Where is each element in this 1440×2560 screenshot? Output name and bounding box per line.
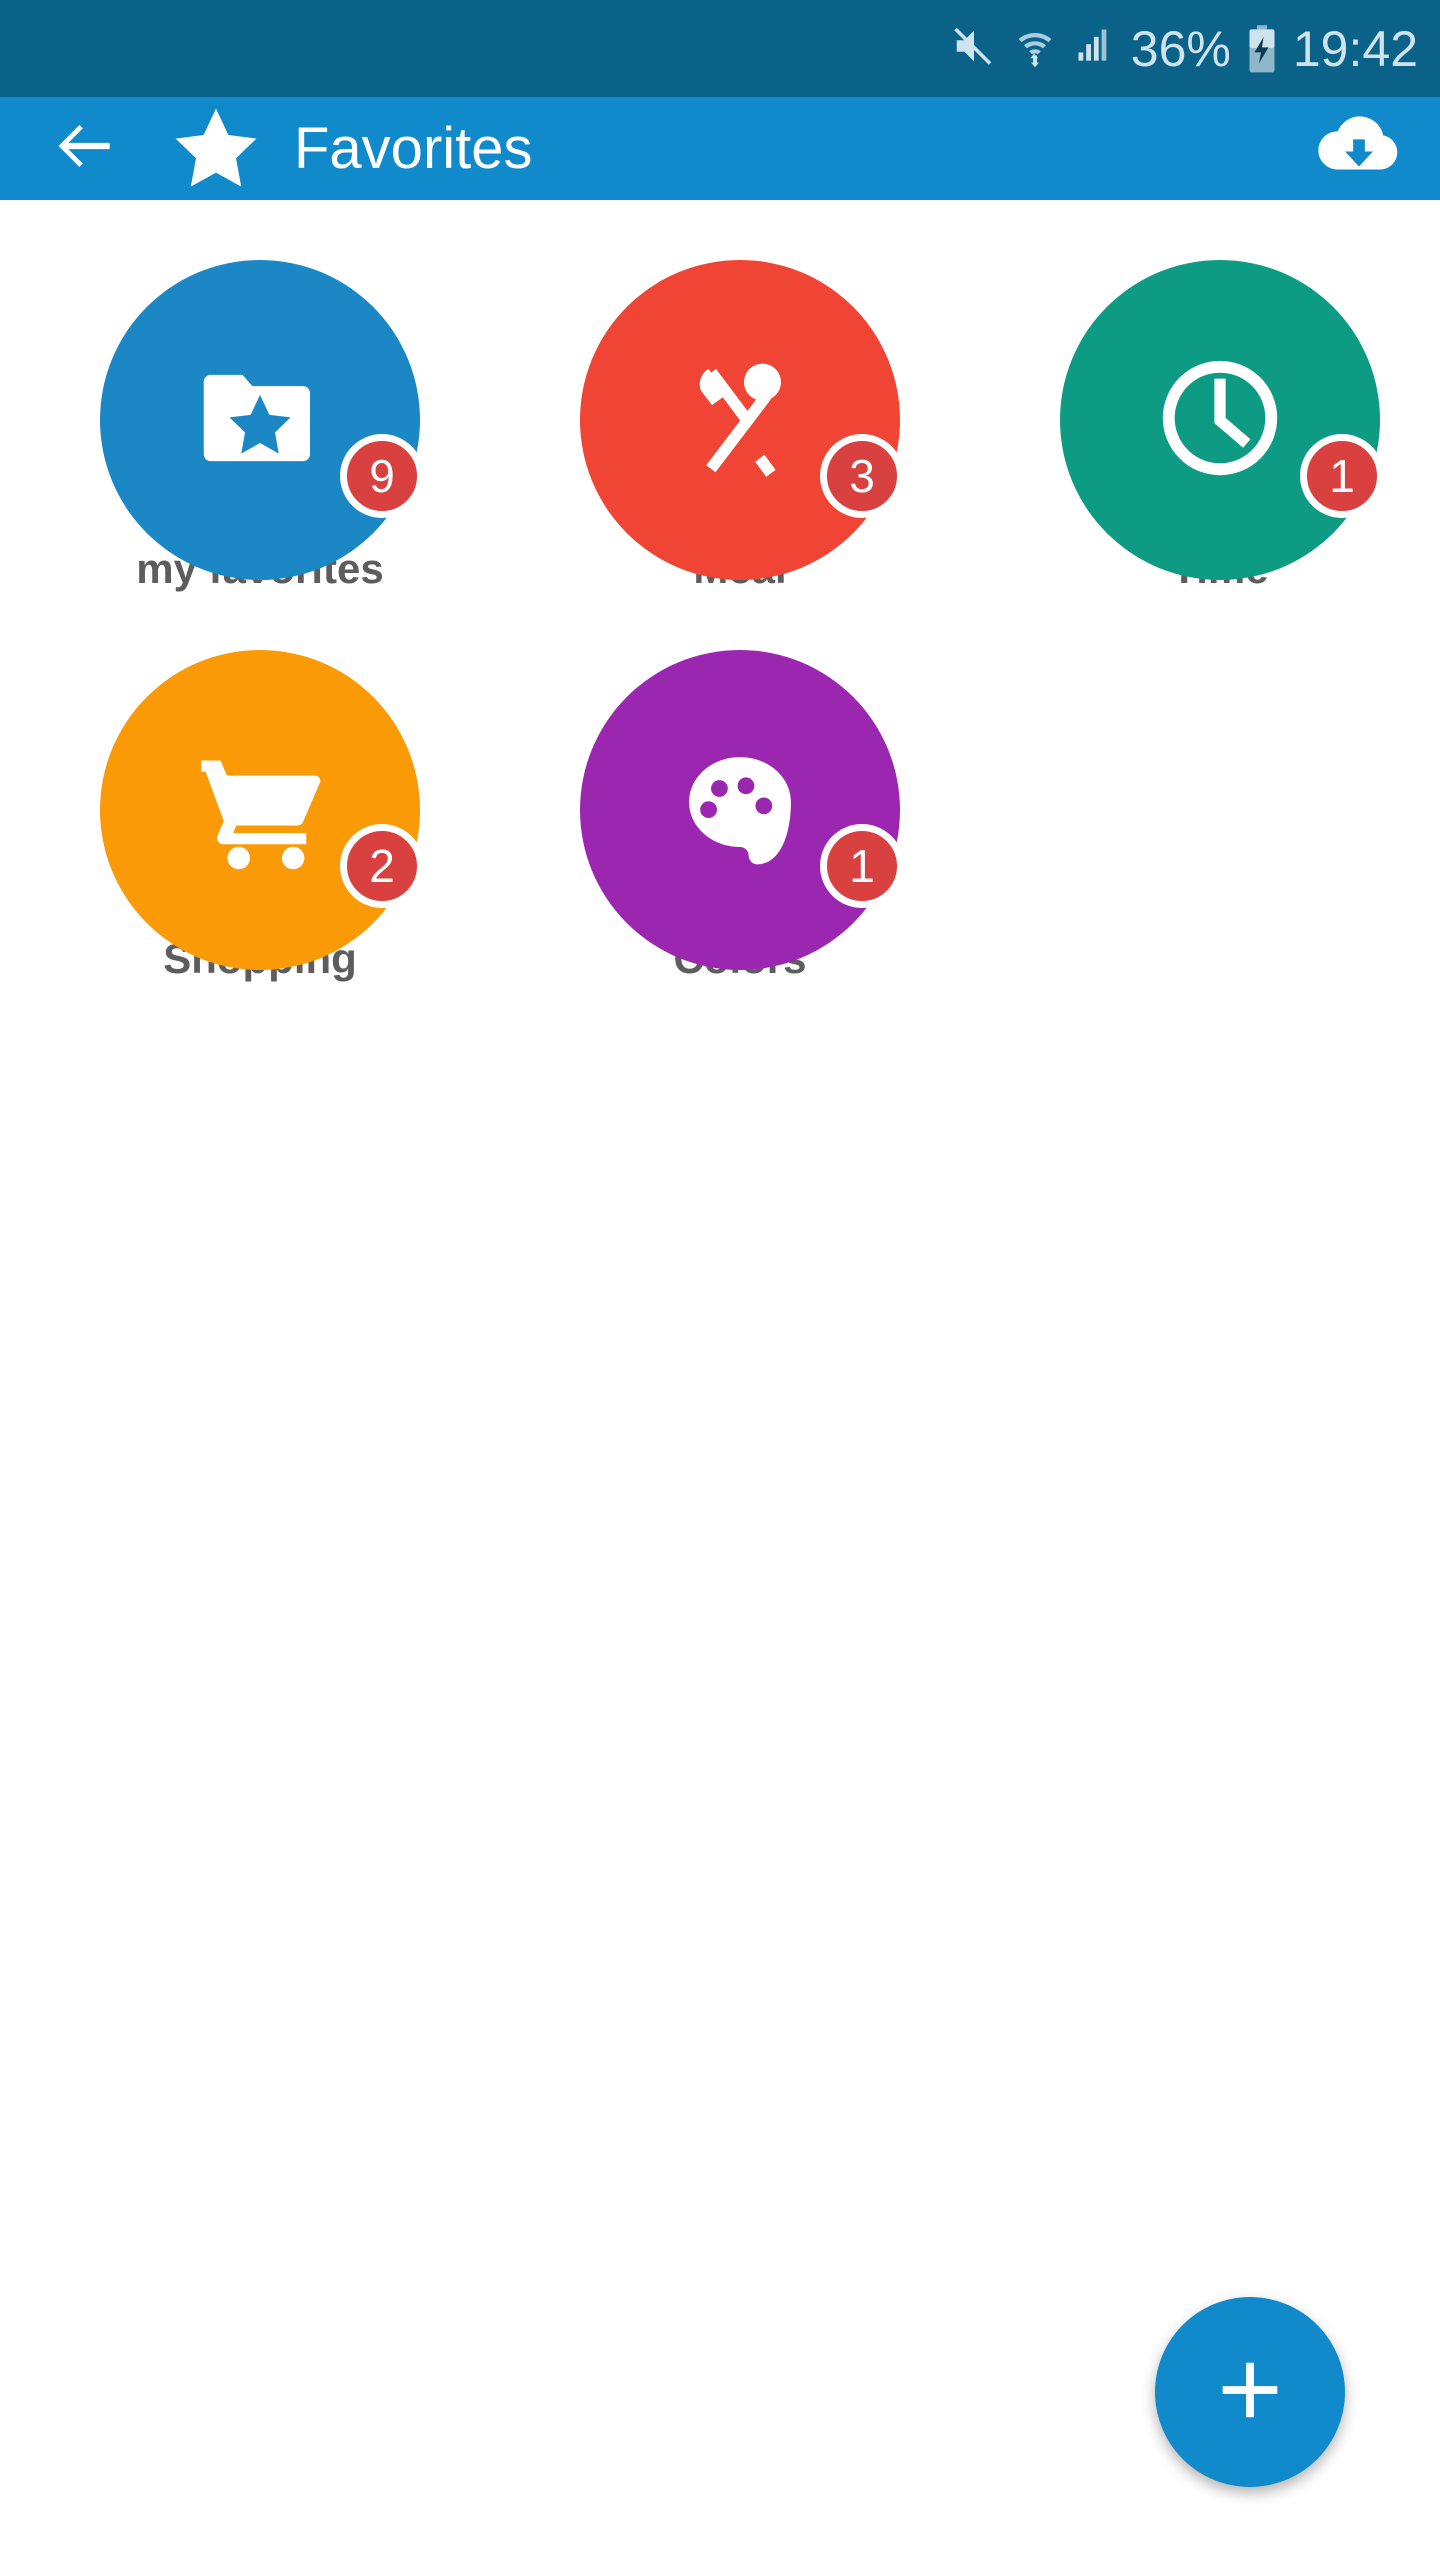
circle-wrap: 3 [580, 260, 904, 580]
clock-icon [1145, 343, 1295, 498]
folder-star-icon [185, 343, 335, 498]
content-area: 9 my favorites [0, 200, 1440, 2560]
category-circle [580, 260, 900, 580]
category-circle [1060, 260, 1380, 580]
plus-icon [1211, 2351, 1289, 2434]
back-arrow-icon [48, 109, 122, 188]
circle-wrap: 9 [100, 260, 424, 580]
status-bar-clock: 19:42 [1292, 20, 1418, 77]
grid-item-my-favorites[interactable]: 9 my favorites [40, 260, 480, 590]
badge-count: 9 [340, 434, 424, 518]
badge-count: 3 [820, 434, 904, 518]
grid-item-shopping[interactable]: 2 Shopping [40, 650, 480, 980]
favorites-grid: 9 my favorites [0, 260, 1440, 980]
grid-item-meal[interactable]: 3 Meal [520, 260, 960, 590]
badge-count: 2 [340, 824, 424, 908]
volume-mute-icon [951, 23, 997, 74]
add-favorite-fab[interactable] [1155, 2297, 1345, 2487]
badge-count: 1 [1300, 434, 1384, 518]
page-title: Favorites [294, 115, 533, 181]
circle-wrap: 1 [1060, 260, 1384, 580]
cellular-signal-icon [1073, 24, 1117, 73]
circle-wrap: 1 [580, 650, 904, 970]
wifi-transfer-icon [1011, 22, 1059, 75]
status-bar: 36% 19:42 [0, 0, 1440, 97]
download-button[interactable] [1314, 104, 1404, 194]
category-circle [100, 260, 420, 580]
app-bar: Favorites [0, 97, 1440, 200]
circle-wrap: 2 [100, 650, 424, 970]
status-bar-icons: 36% 19:42 [951, 22, 1418, 75]
back-button[interactable] [48, 112, 122, 186]
category-circle [100, 650, 420, 970]
palette-icon [675, 743, 805, 878]
knife-spoon-icon [670, 348, 810, 493]
shopping-cart-icon [185, 733, 335, 888]
cloud-download-icon [1315, 102, 1403, 195]
battery-charging-icon [1245, 24, 1279, 74]
grid-item-time[interactable]: 1 Time [1000, 260, 1440, 590]
star-icon [168, 101, 264, 197]
badge-count: 1 [820, 824, 904, 908]
battery-percent-text: 36% [1130, 20, 1231, 77]
grid-item-colors[interactable]: 1 Colors [520, 650, 960, 980]
category-circle [580, 650, 900, 970]
